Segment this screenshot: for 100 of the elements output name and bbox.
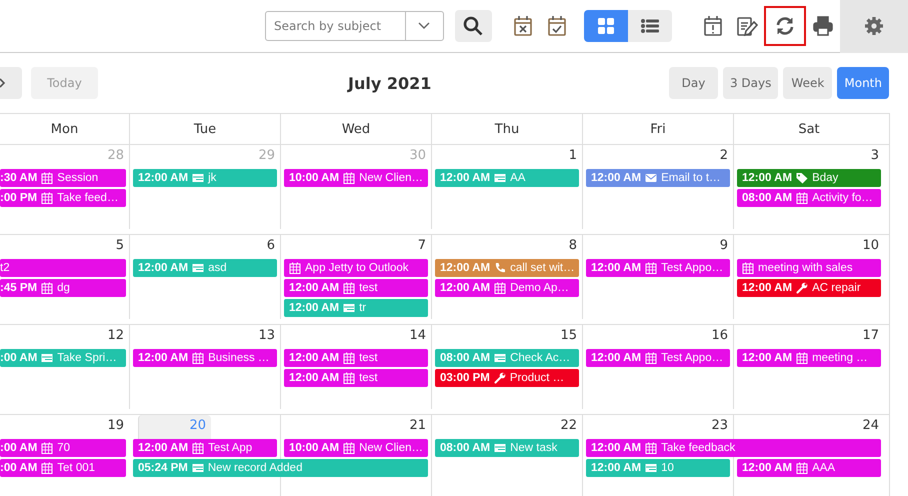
calendar-event[interactable]: :00 AM Tet 001 xyxy=(0,459,126,477)
day-number: 19 xyxy=(107,418,124,433)
view-tab[interactable]: 3 Days xyxy=(722,67,778,99)
day-number: 9 xyxy=(720,238,728,253)
wrench-icon xyxy=(796,282,808,294)
calendar-x-icon xyxy=(512,14,534,38)
notes-pencil-icon xyxy=(736,14,758,38)
calendar-event[interactable]: 08:00 AM Activity fo… xyxy=(737,189,881,207)
calendar-event[interactable]: 12:00 AM Demo Ap… xyxy=(435,279,579,297)
card-icon xyxy=(343,302,356,314)
wrench-icon xyxy=(494,372,506,384)
calendar-event[interactable]: 12:00 AM AC repair xyxy=(737,279,881,297)
day-number: 16 xyxy=(711,328,728,343)
calendar-event[interactable]: 12:00 AM 10 xyxy=(586,459,730,477)
card-icon xyxy=(494,442,506,454)
day-number: 10 xyxy=(862,238,879,253)
calendar-icon xyxy=(796,192,808,204)
calendar-icon xyxy=(192,442,204,454)
day-number: 28 xyxy=(107,148,124,163)
day-number: 13 xyxy=(258,328,275,343)
card-icon xyxy=(192,262,204,274)
calendar-event[interactable]: meeting with sales xyxy=(737,259,881,277)
calendar-icon xyxy=(41,442,54,454)
layout-toggle-button[interactable] xyxy=(628,10,672,42)
day-number: 29 xyxy=(258,148,275,163)
weekday-header: Sat xyxy=(733,114,884,144)
calendar-event[interactable]: 08:00 AM New task xyxy=(435,439,579,457)
calendar-event[interactable]: 12:00 AM tr xyxy=(284,299,428,317)
calendar-event[interactable]: :30 AM Session xyxy=(0,169,126,187)
calendar-event[interactable]: 12:00 AM meeting … xyxy=(737,349,881,367)
search-icon xyxy=(463,16,484,36)
calendar-event[interactable]: :00 AM 70 xyxy=(0,439,126,457)
calendar-event[interactable]: 12:00 AM asd xyxy=(133,259,277,277)
chevron-right-icon xyxy=(0,78,6,88)
calendar-icon xyxy=(343,172,356,184)
calendar-event[interactable]: App Jetty to Outlook xyxy=(284,259,428,277)
day-number: 15 xyxy=(560,328,577,343)
calendar-event[interactable]: 08:00 AM Check Ac… xyxy=(435,349,579,367)
calendar-icon xyxy=(343,442,356,454)
calendar-icon xyxy=(343,352,356,364)
day-number: 7 xyxy=(418,238,426,253)
card-icon xyxy=(494,352,506,364)
day-number: 22 xyxy=(560,418,577,433)
calendar-event[interactable]: 12:00 AM Bday xyxy=(737,169,881,187)
search-button[interactable] xyxy=(454,10,492,42)
toolbar-button[interactable] xyxy=(764,6,806,46)
card-icon xyxy=(645,462,658,474)
view-tab[interactable]: Week xyxy=(783,67,832,99)
calendar-event[interactable]: 05:24 PM New record Added xyxy=(133,459,428,477)
calendar-icon xyxy=(343,282,356,294)
search-combobox[interactable]: Search by subject xyxy=(265,11,444,41)
calendar-event[interactable]: 12:00 AM Business … xyxy=(133,349,277,367)
weekday-header: Wed xyxy=(280,114,431,144)
calendar-event[interactable]: t2 xyxy=(0,259,126,277)
settings-button[interactable] xyxy=(840,0,908,52)
calendar-event[interactable]: 12:00 AM call set wit… xyxy=(435,259,579,277)
view-tab[interactable]: Month xyxy=(837,67,889,99)
calendar-icon xyxy=(192,352,204,364)
calendar-event[interactable]: 12:00 AM Take feedback xyxy=(586,439,881,457)
day-number: 14 xyxy=(409,328,426,343)
calendar-icon xyxy=(796,352,808,364)
calendar-icon xyxy=(343,372,356,384)
calendar-event[interactable]: :00 PM Take feed… xyxy=(0,189,126,207)
weekday-header: Thu xyxy=(431,114,582,144)
calendar-event[interactable]: :00 AM Take Spri… xyxy=(0,349,126,367)
today-button[interactable]: Today xyxy=(31,67,98,99)
day-number: 24 xyxy=(862,418,879,433)
day-number: 17 xyxy=(862,328,879,343)
calendar-event[interactable]: 12:00 AM Test App xyxy=(133,439,277,457)
calendar-icon xyxy=(645,442,658,454)
calendar-icon xyxy=(742,262,754,274)
calendar-event[interactable]: 10:00 AM New Clien… xyxy=(284,169,428,187)
calendar-event[interactable]: :45 PM dg xyxy=(0,279,126,297)
calendar-icon xyxy=(41,282,54,294)
calendar-event[interactable]: 12:00 AM jk xyxy=(133,169,277,187)
tag-icon xyxy=(796,172,808,184)
calendar-event[interactable]: 03:00 PM Product … xyxy=(435,369,579,387)
card-icon xyxy=(192,172,204,184)
day-number: 8 xyxy=(568,238,577,253)
day-number: 23 xyxy=(711,418,728,433)
calendar-icon xyxy=(494,282,506,294)
calendar-event[interactable]: 12:00 AM Test Appo… xyxy=(586,259,730,277)
calendar-event[interactable]: 12:00 AM test xyxy=(284,349,428,367)
calendar-event[interactable]: 12:00 AM AA xyxy=(435,169,579,187)
calendar-icon xyxy=(41,172,54,184)
next-button[interactable] xyxy=(0,67,22,99)
calendar-event[interactable]: 12:00 AM Test Appo… xyxy=(586,349,730,367)
calendar-event[interactable]: 12:00 AM test xyxy=(284,279,428,297)
card-icon xyxy=(494,172,506,184)
calendar-event[interactable]: 12:00 AM Email to t… xyxy=(586,169,730,187)
view-tab[interactable]: Day xyxy=(668,67,718,99)
layout-toggle-button[interactable] xyxy=(584,10,628,42)
day-number: 21 xyxy=(409,418,426,433)
calendar-event[interactable]: 12:00 AM AAA xyxy=(737,459,881,477)
calendar-icon xyxy=(289,262,301,274)
calendar-event[interactable]: 12:00 AM test xyxy=(284,369,428,387)
month-title: July 2021 xyxy=(348,74,432,92)
card-icon xyxy=(41,352,54,364)
settings-icon xyxy=(864,16,884,36)
calendar-event[interactable]: 10:00 AM New Clien… xyxy=(284,439,428,457)
